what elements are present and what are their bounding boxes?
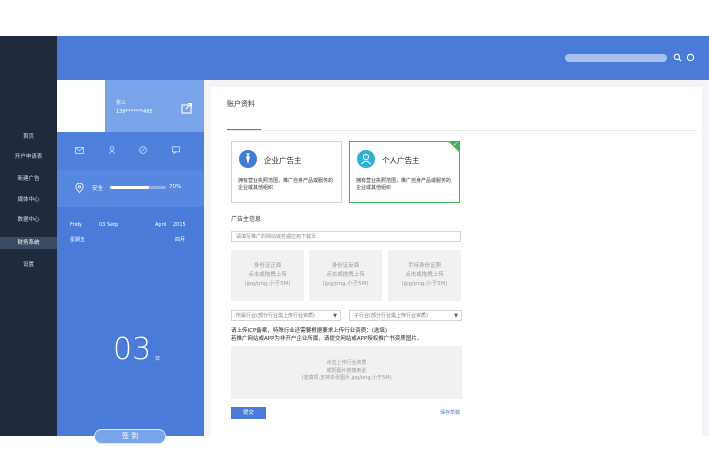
security-fill	[110, 186, 150, 189]
tab-account-profile[interactable]: 账户资料	[227, 99, 255, 109]
dropdown-arrow-icon: ▼	[333, 313, 337, 319]
nav-item-new-ad[interactable]: 新建广告	[0, 175, 57, 184]
website-input[interactable]: 请填写推广的网站域名或应用下载页	[231, 231, 461, 242]
power-icon[interactable]	[686, 53, 695, 62]
nav-item-media-center[interactable]: 媒体中心	[0, 196, 57, 205]
user-name: 张三	[116, 100, 127, 106]
nav-item-account-application[interactable]: 开户申请表	[0, 153, 57, 162]
bigupload-line2: 或把图片拖拽到此	[326, 367, 367, 374]
day-number: 03	[113, 332, 152, 367]
enterprise-icon	[239, 150, 257, 168]
upload-title: 身份证反面	[331, 263, 360, 269]
submit-button[interactable]: 提交	[231, 407, 266, 419]
month-en: April	[155, 222, 167, 228]
sidebar-nav: 首页 开户申请表 新建广告 媒体中心 数据中心 财务系统 设置	[0, 36, 57, 436]
subindustry-select[interactable]: 子行业(部分行业需上传行业资质) ▼	[349, 310, 462, 321]
avatar	[57, 80, 105, 132]
quick-actions	[57, 132, 204, 170]
advertiser-info-title: 广告主信息	[231, 216, 262, 223]
calendar-panel: Fridy 03 Setp April 2015 星期五 四月 03 日 签 到	[57, 207, 204, 444]
compass-icon[interactable]	[139, 146, 147, 154]
checkin-button[interactable]: 签 到	[94, 429, 166, 444]
industry-select-value: 所属行业(部分行业需上传行业资质)	[236, 313, 315, 319]
share-icon[interactable]	[181, 102, 193, 114]
dropdown-arrow-icon: ▼	[454, 313, 458, 319]
user-panel: 张三 139*******485 安全 70% Fridy 03 Setp Ap…	[57, 80, 204, 444]
upload-format: (jpg/png,小于5M)	[244, 281, 291, 287]
upload-format: (jpg/png,小于5M)	[322, 281, 369, 287]
app-frame: 首页 开户申请表 新建广告 媒体中心 数据中心 财务系统 设置 张三 139**…	[0, 36, 709, 444]
location-icon	[75, 183, 84, 193]
enterprise-desc: 拥有营业执照范围，推广自身产品或服务的企业或其他组织	[238, 178, 334, 191]
upload-hint: 点击或拖拽上传	[326, 272, 365, 278]
account-card: 账户资料 企业广告主 拥有营业执照范围，推广自身产品或服务的企业或其他组织 个人…	[211, 87, 702, 436]
search-icon[interactable]	[673, 53, 682, 62]
top-bar	[57, 36, 709, 80]
nav-item-finance[interactable]: 财务系统	[0, 237, 57, 249]
check-icon: ✓	[452, 141, 458, 148]
upload-hint: 点击或拖拽上传	[405, 272, 444, 278]
main-content: 账户资料 企业广告主 拥有营业执照范围，推广自身产品或服务的企业或其他组织 个人…	[204, 80, 709, 436]
weekday-cn: 星期五	[70, 237, 86, 243]
chat-icon[interactable]	[172, 146, 180, 154]
upload-id-back[interactable]: 身份证反面 点击或拖拽上传 (jpg/png,小于5M)	[309, 250, 382, 301]
upload-id-handheld[interactable]: 手持身份证照 点击或拖拽上传 (jpg/png,小于5M)	[388, 250, 461, 301]
subindustry-select-value: 子行业(部分行业需上传行业资质)	[354, 313, 428, 319]
upload-title: 身份证正面	[253, 263, 282, 269]
security-strip: 安全 70%	[57, 170, 204, 207]
bigupload-line3: (选填项,支持多张图片,jpg/png,小于5M)	[301, 375, 392, 381]
weekday-en: Fridy	[70, 222, 83, 228]
security-track	[110, 186, 166, 189]
security-label: 安全	[92, 186, 104, 192]
icp-note: 请上传ICP备案，特殊行业还需要根据要求上传行业资质：(选填) 若推广网站或AP…	[231, 327, 422, 343]
user-phone: 139*******485	[116, 109, 153, 115]
user-info: 张三 139*******485	[105, 80, 204, 132]
account-type-personal[interactable]: 个人广告主 拥有营业执照范围，推广自身产品或服务的企业或其他组织 ✓	[349, 141, 460, 203]
enterprise-label: 企业广告主	[264, 156, 302, 165]
nav-item-settings[interactable]: 设置	[0, 261, 57, 270]
upload-hint: 点击或拖拽上传	[248, 272, 287, 278]
industry-select[interactable]: 所属行业(部分行业需上传行业资质) ▼	[231, 310, 341, 321]
search-input[interactable]	[565, 54, 667, 62]
security-percent: 70%	[169, 184, 182, 190]
icp-note-line1: 请上传ICP备案，特殊行业还需要根据要求上传行业资质：(选填)	[231, 328, 388, 334]
upload-industry-qualification[interactable]: 点击上传行业资质 或把图片拖拽到此 (选填项,支持多张图片,jpg/png,小于…	[231, 346, 462, 399]
user-icon[interactable]	[108, 146, 116, 154]
nav-item-data-center[interactable]: 数据中心	[0, 216, 57, 225]
upload-id-front[interactable]: 身份证正面 点击或拖拽上传 (jpg/png,小于5M)	[231, 250, 304, 301]
upload-format: (jpg/png,小于5M)	[401, 281, 448, 287]
date-en: 03 Setp	[99, 222, 119, 228]
icp-note-line2: 若推广网站或APP为非开户企业所属，请提交网站或APP授权推广书资质图片。	[231, 336, 423, 342]
personal-desc: 拥有营业执照范围，推广自身产品或服务的企业或其他组织	[356, 178, 452, 191]
upload-title: 手持身份证照	[407, 263, 441, 269]
year: 2015	[173, 222, 186, 228]
save-draft-link[interactable]: 保存草稿	[440, 409, 460, 416]
day-unit: 日	[155, 356, 161, 362]
account-type-enterprise[interactable]: 企业广告主 拥有营业执照范围，推广自身产品或服务的企业或其他组织	[231, 141, 342, 203]
bigupload-line1: 点击上传行业资质	[326, 360, 367, 366]
month-cn: 四月	[175, 237, 186, 243]
nav-item-home[interactable]: 首页	[0, 133, 57, 142]
mail-icon[interactable]	[75, 147, 84, 154]
personal-label: 个人广告主	[382, 156, 420, 165]
tab-divider	[227, 130, 697, 131]
personal-icon	[357, 150, 375, 168]
